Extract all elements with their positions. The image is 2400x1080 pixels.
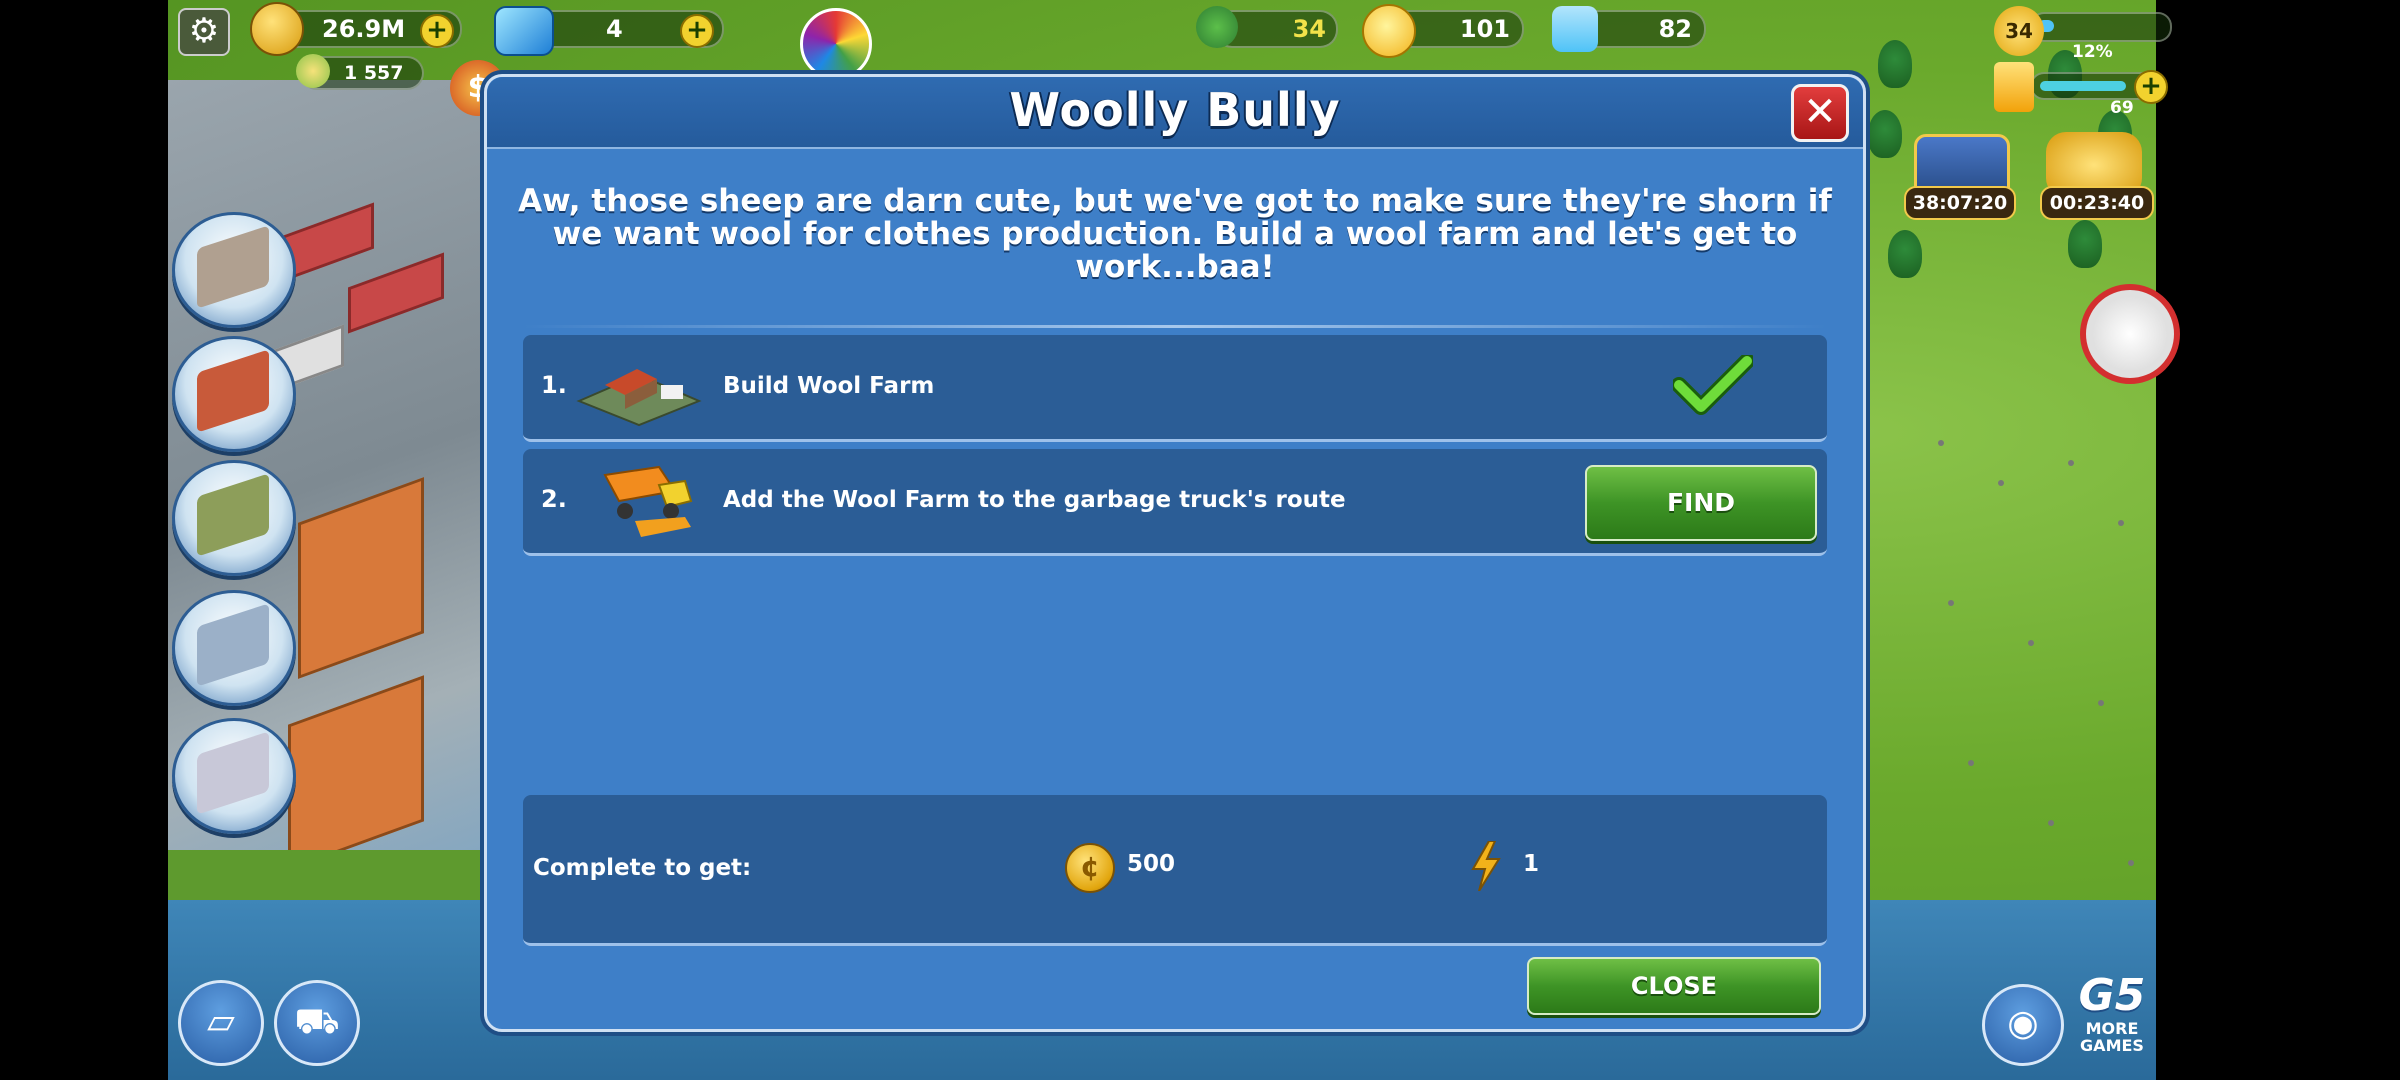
no-trucks-icon[interactable] (2080, 284, 2180, 384)
coin-icon: ¢ (1065, 843, 1115, 893)
task-row: 1. Build Wool Farm (523, 335, 1827, 442)
reward-panel: Complete to get: ¢ 500 1 (523, 795, 1827, 946)
task-number: 1. (541, 371, 567, 399)
task-label: Add the Wool Farm to the garbage truck's… (723, 487, 1346, 513)
level-value: 34 (2005, 19, 2033, 43)
energy-bolt-icon (1994, 62, 2034, 112)
checkmark-icon (1673, 355, 1753, 415)
divider (523, 325, 1827, 328)
tree-icon (1196, 6, 1238, 48)
wool-farm-icon (576, 369, 702, 427)
close-button[interactable]: CLOSE (1527, 957, 1821, 1015)
road-tool-button[interactable]: ▱ (178, 980, 264, 1066)
camera-button[interactable]: ◉ (1982, 984, 2064, 1066)
gems-value: 4 (606, 15, 623, 43)
side-menu-residential[interactable] (172, 212, 296, 328)
reward-label: Complete to get: (533, 855, 752, 881)
add-gems-button[interactable]: + (680, 14, 714, 48)
xp-bar (2030, 12, 2172, 42)
add-coins-button[interactable]: + (420, 14, 454, 48)
happiness-value: 101 (1459, 15, 1510, 43)
population-icon (1552, 6, 1598, 52)
chest-timer: 38:07:20 (1904, 186, 2016, 220)
fortune-wheel-icon[interactable] (800, 8, 872, 80)
side-menu-community[interactable] (172, 336, 296, 452)
dialog-title-bar: Woolly Bully ✕ (487, 77, 1863, 149)
side-menu-upgrade[interactable] (172, 718, 296, 834)
close-x-icon[interactable]: ✕ (1791, 84, 1849, 142)
task-number: 2. (541, 485, 567, 513)
cash-icon (296, 54, 330, 88)
gold-timer: 00:23:40 (2040, 186, 2154, 220)
settings-gear-icon[interactable]: ⚙ (178, 8, 230, 56)
coins-value: 26.9M (322, 15, 406, 43)
cash-value: 1 557 (344, 62, 404, 84)
bulldozer-button[interactable]: ⛟ (274, 980, 360, 1066)
chest-timer-value: 38:07:20 (1912, 192, 2008, 214)
task-row: 2. Add the Wool Farm to the garbage truc… (523, 449, 1827, 556)
side-menu-industrial[interactable] (172, 460, 296, 576)
quest-description: Aw, those sheep are darn cute, but we've… (518, 183, 1832, 285)
trees-value: 34 (1292, 15, 1326, 43)
side-menu-services[interactable] (172, 590, 296, 706)
garbage-truck-icon (603, 465, 693, 537)
gem-icon (494, 6, 554, 56)
coin-stack-icon (250, 2, 304, 56)
find-button[interactable]: FIND (1585, 465, 1817, 541)
level-star-icon: 34 (1994, 6, 2044, 56)
more-games-button[interactable]: G5 MORE GAMES (2070, 972, 2154, 1064)
g5-logo: G5 (2078, 970, 2146, 1021)
gold-timer-value: 00:23:40 (2049, 192, 2145, 214)
add-energy-button[interactable]: + (2134, 70, 2168, 104)
more-games-label: MORE GAMES (2080, 1019, 2144, 1055)
xp-percent: 12% (2072, 42, 2113, 62)
smiley-icon (1362, 4, 1416, 58)
dialog-title: Woolly Bully (1009, 83, 1341, 137)
reward-coins-value: 500 (1127, 851, 1176, 877)
task-label: Build Wool Farm (723, 373, 935, 399)
energy-bolt-icon (1471, 841, 1501, 891)
energy-value: 69 (2110, 98, 2134, 118)
reward-energy-value: 1 (1523, 851, 1540, 877)
quest-dialog: Woolly Bully ✕ Aw, those sheep are darn … (484, 74, 1866, 1032)
energy-bar-fill (2040, 81, 2126, 91)
population-value: 82 (1658, 15, 1692, 43)
